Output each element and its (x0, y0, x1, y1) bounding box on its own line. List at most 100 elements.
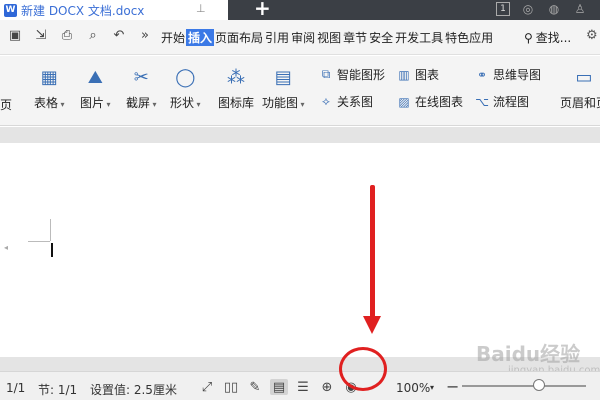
tab-references[interactable]: 引用 (264, 29, 290, 46)
bar-chart-icon: ▥ (398, 67, 410, 82)
smart-graphic-button[interactable]: ⧉ 智能图形 (318, 66, 385, 83)
icon-library-icon: ⁂ (227, 66, 245, 88)
relation-graph-label: 关系图 (337, 95, 374, 109)
watermark-brand: Baidu经验 (476, 342, 581, 366)
tab-developer[interactable]: 开发工具 (394, 29, 444, 46)
mindmap-button[interactable]: ⚭ 思维导图 (474, 66, 541, 83)
ribbon-edge-label[interactable]: 页 (0, 96, 12, 113)
page-indicator[interactable]: 1/1 (6, 381, 25, 395)
tab-review[interactable]: 审阅 (290, 29, 316, 46)
skin-icon[interactable]: ◎ (520, 2, 536, 16)
document-tab[interactable]: W 新建 DOCX 文档.docx (0, 0, 190, 20)
zoom-level[interactable]: 100% (396, 381, 430, 395)
margin-corner-horizontal (28, 241, 50, 242)
search-label: 查找... (535, 31, 572, 45)
tab-home[interactable]: 开始 (160, 29, 186, 46)
export-icon[interactable]: ⇲ (32, 28, 50, 43)
fullscreen-icon[interactable]: ⤢ (198, 379, 216, 395)
tab-page-layout[interactable]: 页面布局 (214, 29, 264, 46)
zoom-slider-track[interactable] (462, 385, 586, 387)
screenshot-button[interactable]: ✂ 截屏 (126, 66, 157, 111)
shirt-icon[interactable]: ♙ (572, 2, 588, 16)
search-button[interactable]: ⚲ 查找... (524, 29, 571, 46)
function-chart-label: 功能图 (262, 94, 305, 111)
flowchart-icon: ⌥ (475, 94, 489, 109)
writer-doc-icon: W (4, 3, 17, 17)
print-preview-icon[interactable]: ⌕ (84, 28, 102, 43)
table-icon: ▦ (40, 66, 58, 88)
function-chart-icon: ▤ (274, 66, 292, 88)
online-chart-label: 在线图表 (415, 95, 464, 109)
shape-label: 形状 (170, 94, 201, 111)
menu-bar: ▣ ⇲ ⎙ ⌕ ↶ » 开始 插入 页面布局 引用 审阅 视图 章节 安全 开发… (0, 20, 600, 55)
tab-special-apps[interactable]: 特色应用 (444, 29, 494, 46)
edit-pen-icon[interactable]: ✎ (246, 379, 264, 395)
page-view-icon[interactable]: ▤ (270, 379, 288, 395)
online-chart-button[interactable]: ▨ 在线图表 (396, 93, 463, 110)
mindmap-icon: ⚭ (476, 67, 488, 82)
settings-icon[interactable]: ⚙ (586, 28, 598, 43)
document-page[interactable] (0, 143, 600, 357)
picture-label: 图片 (80, 94, 111, 111)
table-label: 表格 (34, 94, 65, 111)
undo-icon[interactable]: ↶ (110, 28, 128, 43)
new-tab-plus-icon[interactable]: + (254, 0, 271, 20)
chart-button[interactable]: ▥ 图表 (396, 66, 439, 83)
web-view-icon[interactable]: ⊕ (318, 379, 336, 395)
relation-graph-icon: ⟡ (322, 94, 330, 108)
icon-library-button[interactable]: ⁂ 图标库 (218, 66, 254, 111)
flowchart-label: 流程图 (493, 95, 530, 109)
document-tab-title: 新建 DOCX 文档.docx (21, 3, 145, 18)
screenshot-icon: ✂ (133, 66, 149, 88)
tab-count-badge[interactable]: 1 (496, 2, 510, 16)
lock-icon[interactable]: ◍ (546, 2, 562, 16)
document-top-gap (0, 127, 600, 143)
margin-corner-vertical (50, 219, 51, 241)
left-margin-marker: ◂ (4, 243, 9, 252)
table-button[interactable]: ▦ 表格 (34, 66, 65, 111)
pin-icon[interactable]: ⊥ (196, 2, 208, 16)
print-icon[interactable]: ⎙ (58, 28, 76, 43)
header-footer-button[interactable]: ▭ 页眉和页 (560, 66, 600, 111)
header-footer-label: 页眉和页 (560, 96, 600, 110)
text-caret (51, 243, 53, 257)
more-commands-icon[interactable]: » (136, 28, 154, 43)
smart-graphic-icon: ⧉ (321, 67, 331, 81)
mindmap-label: 思维导图 (493, 68, 542, 82)
setting-value[interactable]: 设置值: 2.5厘米 (90, 381, 177, 398)
tab-view[interactable]: 视图 (316, 29, 342, 46)
insert-ribbon: 页 ▦ 表格 ⛰ 图片 ✂ 截屏 ◯ 形状 ⁂ 图标库 ▤ 功能图 ⧉ 智能图形… (0, 56, 600, 126)
save-icon[interactable]: ▣ (6, 28, 24, 43)
tab-section[interactable]: 章节 (342, 29, 368, 46)
zoom-out-icon[interactable]: − (446, 377, 459, 396)
titlebar-icons: ◎ ◍ ♙ (520, 2, 588, 16)
annotation-arrow-shaft (370, 185, 375, 323)
quick-access-toolbar: ▣ ⇲ ⎙ ⌕ ↶ » (6, 28, 154, 43)
section-indicator[interactable]: 节: 1/1 (38, 381, 77, 398)
chart-label: 图表 (415, 68, 440, 82)
screenshot-label: 截屏 (126, 94, 157, 111)
zoom-slider-handle[interactable] (533, 379, 545, 391)
picture-icon: ⛰ (87, 66, 103, 88)
function-chart-button[interactable]: ▤ 功能图 (262, 66, 305, 111)
picture-button[interactable]: ⛰ 图片 (80, 66, 111, 111)
menu-tabs: 开始 插入 页面布局 引用 审阅 视图 章节 安全 开发工具 特色应用 (160, 29, 494, 46)
title-bar: W 新建 DOCX 文档.docx ⊥ + 1 ◎ ◍ ♙ (0, 0, 600, 20)
online-chart-icon: ▨ (398, 94, 410, 109)
tab-security[interactable]: 安全 (368, 29, 394, 46)
annotation-arrow-head (363, 316, 381, 334)
annotation-circle (339, 347, 387, 391)
smart-graphic-label: 智能图形 (337, 68, 386, 82)
icon-library-label: 图标库 (218, 96, 255, 110)
flowchart-button[interactable]: ⌥ 流程图 (474, 93, 529, 110)
reading-mode-icon[interactable]: ▯▯ (222, 379, 240, 395)
relation-graph-button[interactable]: ⟡ 关系图 (318, 93, 373, 110)
search-icon: ⚲ (524, 30, 533, 45)
header-footer-icon: ▭ (575, 66, 593, 88)
shape-icon: ◯ (175, 66, 196, 88)
outline-view-icon[interactable]: ☰ (294, 379, 312, 395)
tab-insert[interactable]: 插入 (186, 29, 215, 46)
zoom-dropdown-icon[interactable]: ▾ (430, 383, 434, 392)
view-mode-icons: ⤢ ▯▯ ✎ ▤ ☰ ⊕ ◉ (198, 379, 360, 395)
shape-button[interactable]: ◯ 形状 (170, 66, 201, 111)
